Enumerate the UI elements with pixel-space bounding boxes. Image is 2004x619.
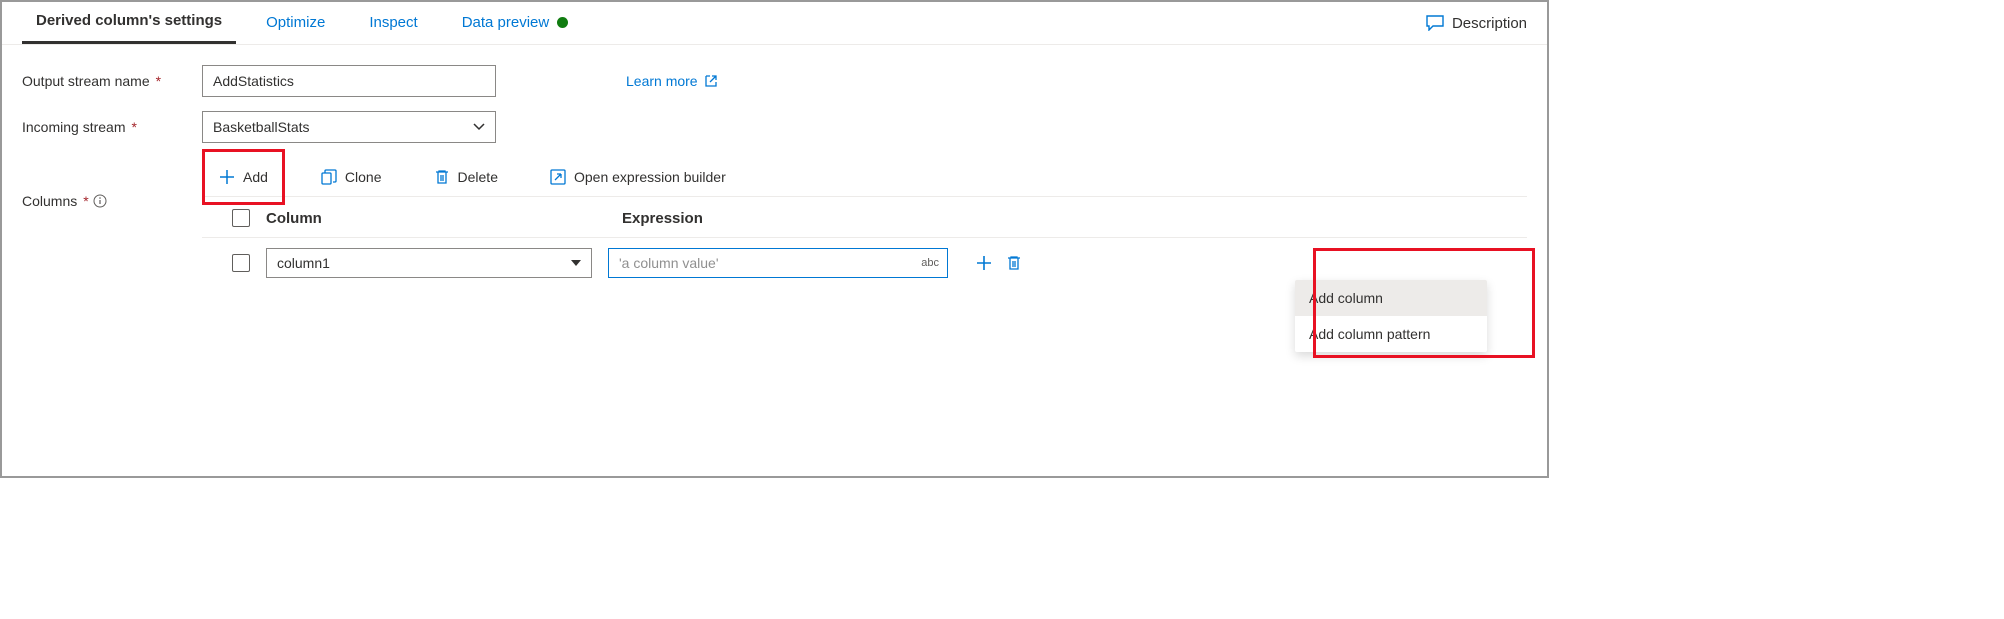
clone-icon [321,169,337,185]
trash-icon [1006,255,1022,271]
row-columns: Columns * Add [2,157,1527,288]
columns-header-row: Column Expression [202,197,1527,238]
menu-add-column-pattern[interactable]: Add column pattern [1295,316,1487,352]
open-icon [550,169,566,185]
tab-inspect[interactable]: Inspect [355,2,431,44]
required-asterisk: * [83,193,88,209]
delete-button[interactable]: Delete [424,163,508,191]
learn-more-label: Learn more [626,73,698,89]
row-actions [976,255,1022,271]
label-output-stream-text: Output stream name [22,73,150,89]
delete-label: Delete [458,169,498,185]
plus-icon [219,169,235,185]
required-asterisk: * [156,73,161,89]
label-incoming-stream: Incoming stream * [22,119,202,135]
status-dot-icon [557,17,568,28]
row-checkbox[interactable] [232,254,250,272]
required-asterisk: * [131,119,136,135]
row-delete-button[interactable] [1006,255,1022,271]
caret-down-icon [571,260,581,266]
row-output-stream: Output stream name * Learn more [2,65,1527,97]
tabs: Derived column's settings Optimize Inspe… [22,2,598,44]
tab-data-preview-label: Data preview [462,14,550,31]
label-output-stream: Output stream name * [22,73,202,89]
trash-icon [434,169,450,185]
column-name-value: column1 [277,255,330,271]
output-stream-input[interactable] [202,65,496,97]
header-expression: Expression [622,210,703,227]
open-expression-builder-button[interactable]: Open expression builder [540,163,736,191]
content: Output stream name * Learn more Incoming … [2,45,1547,288]
description-label: Description [1452,15,1527,32]
table-row: column1 'a column value' abc [202,238,1527,288]
chevron-down-icon [473,123,485,131]
open-builder-label: Open expression builder [574,169,726,185]
column-name-select[interactable]: column1 [266,248,592,278]
add-dropdown-menu: Add column Add column pattern [1295,280,1487,352]
tab-data-preview[interactable]: Data preview [448,2,583,44]
select-all-checkbox[interactable] [232,209,250,227]
label-columns: Columns * [22,157,202,209]
expression-placeholder: 'a column value' [619,255,719,271]
label-incoming-stream-text: Incoming stream [22,119,125,135]
label-columns-text: Columns [22,193,77,209]
external-link-icon [704,74,718,88]
tab-settings[interactable]: Derived column's settings [22,2,236,44]
learn-more-link[interactable]: Learn more [626,73,718,89]
comment-icon [1426,15,1444,31]
info-icon [93,194,107,208]
header: Derived column's settings Optimize Inspe… [2,2,1547,45]
tab-optimize[interactable]: Optimize [252,2,339,44]
add-label: Add [243,169,268,185]
description-link[interactable]: Description [1426,15,1527,32]
row-add-button[interactable] [976,255,992,271]
columns-area: Add Clone Delete [202,157,1527,288]
menu-add-column[interactable]: Add column [1295,280,1487,316]
incoming-stream-select[interactable]: BasketballStats [202,111,496,143]
clone-button[interactable]: Clone [311,163,392,191]
incoming-stream-value: BasketballStats [213,119,310,135]
columns-toolbar: Add Clone Delete [202,157,1527,197]
clone-label: Clone [345,169,382,185]
header-column: Column [266,210,606,227]
row-incoming-stream: Incoming stream * BasketballStats [2,111,1527,143]
plus-icon [976,255,992,271]
expression-input[interactable]: 'a column value' abc [608,248,948,278]
abc-type-indicator: abc [921,257,939,269]
